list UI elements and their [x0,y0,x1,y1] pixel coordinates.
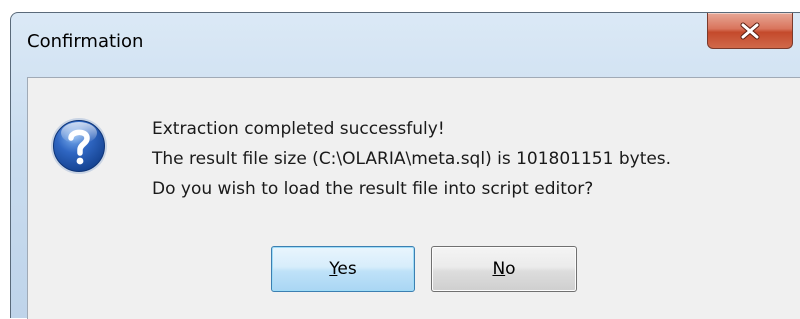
message-text: Extraction completed successfuly! The re… [152,114,671,204]
yes-label-rest: es [337,259,357,279]
no-mnemonic: N [492,259,506,279]
no-button[interactable]: No [431,246,577,292]
confirmation-dialog: Confirmation Extraction completed succes… [10,12,800,319]
close-button[interactable] [707,13,793,49]
yes-button-label: Yes [329,259,356,279]
yes-button[interactable]: Yes [271,246,415,292]
title-bar[interactable]: Confirmation [11,13,800,77]
message-line: Do you wish to load the result file into… [152,179,594,199]
dialog-body: Extraction completed successfuly! The re… [27,77,800,319]
no-label-rest: o [505,259,516,279]
question-icon [51,118,107,174]
close-icon [740,22,760,39]
message-line: The result file size (C:\OLARIA\meta.sql… [152,149,672,169]
dialog-title: Confirmation [27,31,144,52]
no-button-label: No [492,259,515,279]
message-line: Extraction completed successfuly! [152,119,445,139]
